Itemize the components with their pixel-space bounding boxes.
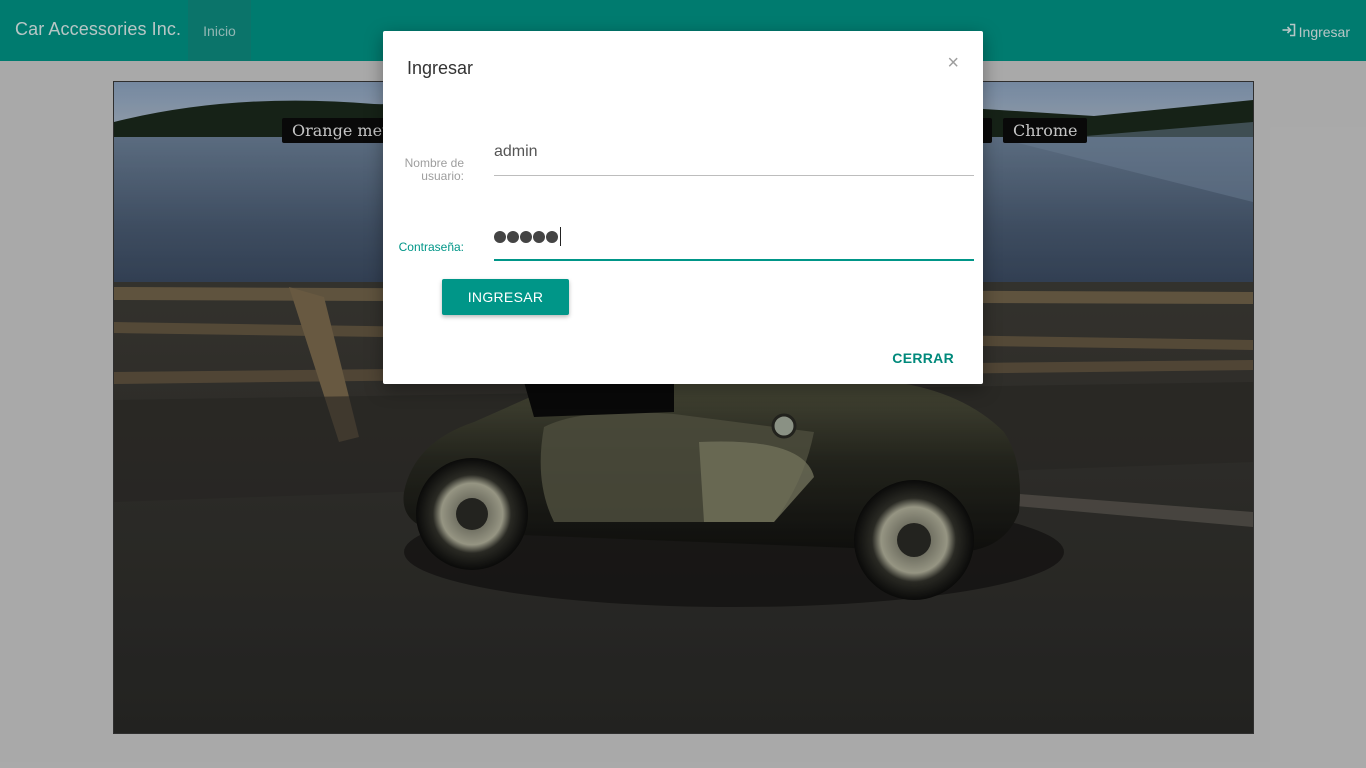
modal-close-button[interactable]: CERRAR xyxy=(886,349,960,367)
password-dot xyxy=(546,230,558,243)
username-input[interactable]: admin xyxy=(494,142,974,176)
login-submit-button[interactable]: INGRESAR xyxy=(442,279,569,315)
username-value: admin xyxy=(494,143,538,160)
close-icon[interactable]: × xyxy=(947,53,959,73)
modal-title: Ingresar xyxy=(407,58,474,78)
password-label: Contraseña: xyxy=(398,240,464,254)
password-dot xyxy=(520,230,532,243)
password-dot xyxy=(494,230,506,243)
password-masked-value xyxy=(494,227,561,246)
password-dot xyxy=(507,230,519,243)
password-dot xyxy=(533,230,545,243)
password-input[interactable] xyxy=(494,227,974,261)
login-modal: Ingresar × Nombre de usuario: admin Cont… xyxy=(383,31,983,384)
text-caret xyxy=(560,227,561,246)
username-label: Nombre de usuario: xyxy=(404,156,464,183)
